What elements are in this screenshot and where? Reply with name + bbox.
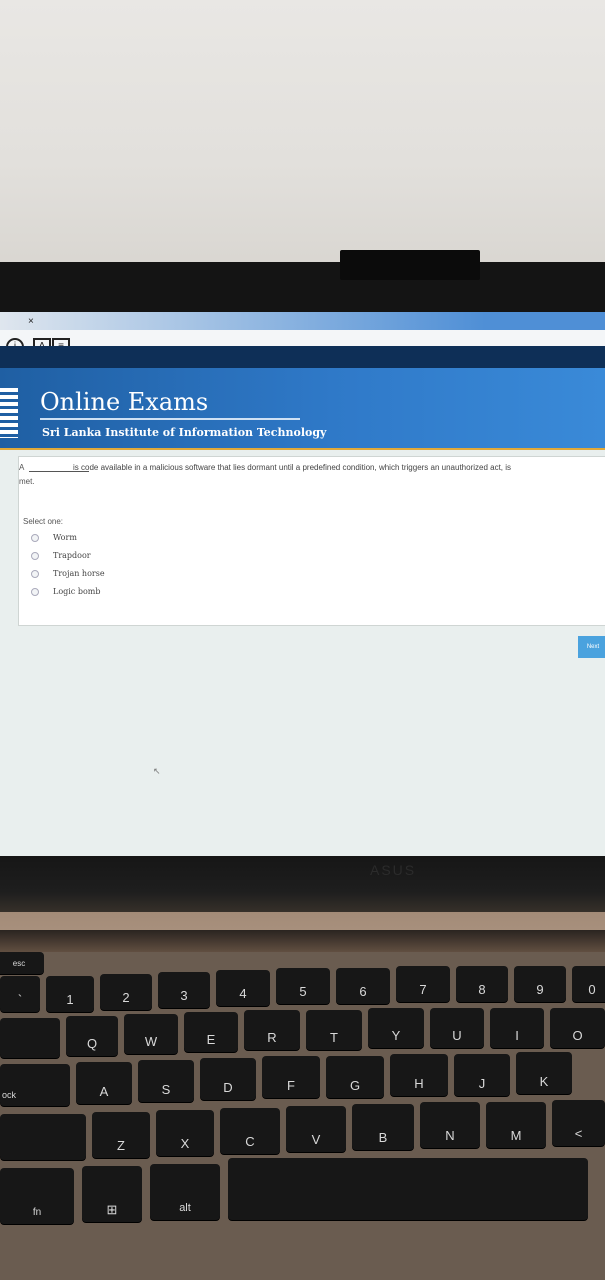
key-g[interactable]: G bbox=[326, 1056, 384, 1098]
key-e[interactable]: E bbox=[184, 1012, 238, 1052]
option-trojan-horse[interactable]: Trojan horse bbox=[31, 569, 105, 583]
key-c[interactable]: C bbox=[220, 1108, 280, 1154]
key-v[interactable]: V bbox=[286, 1106, 346, 1152]
institute-logo bbox=[0, 388, 18, 438]
key-0[interactable]: 0 bbox=[572, 966, 605, 1002]
key-f[interactable]: F bbox=[262, 1056, 320, 1098]
question-card: A is code available in a malicious softw… bbox=[18, 456, 605, 626]
key-z[interactable]: Z bbox=[92, 1112, 150, 1158]
key-h[interactable]: H bbox=[390, 1054, 448, 1096]
key-backtick[interactable]: ` bbox=[0, 976, 40, 1012]
site-header: Online Exams Sri Lanka Institute of Info… bbox=[0, 368, 605, 448]
browser-tab-strip: × bbox=[0, 312, 605, 330]
key-esc[interactable]: esc bbox=[0, 952, 44, 974]
key-windows[interactable]: ⊞ bbox=[82, 1166, 142, 1222]
question-lead: A bbox=[19, 463, 25, 472]
radio-button[interactable] bbox=[31, 534, 39, 542]
brand-logo: ASUS bbox=[370, 862, 417, 878]
key-space[interactable] bbox=[228, 1158, 588, 1220]
laptop-screen: × i A ≡ Online Exams Sri Lanka Institute… bbox=[0, 312, 605, 858]
key-d[interactable]: D bbox=[200, 1058, 256, 1100]
windows-icon: ⊞ bbox=[106, 1202, 118, 1217]
nav-band bbox=[0, 346, 605, 368]
key-y[interactable]: Y bbox=[368, 1008, 424, 1048]
option-label: Logic bomb bbox=[53, 587, 101, 596]
next-button[interactable]: Next bbox=[578, 636, 605, 658]
option-trapdoor[interactable]: Trapdoor bbox=[31, 551, 91, 565]
key-4[interactable]: 4 bbox=[216, 970, 270, 1006]
key-w[interactable]: W bbox=[124, 1014, 178, 1054]
key-comma[interactable]: < bbox=[552, 1100, 605, 1146]
laptop-chin: ASUS bbox=[0, 856, 605, 916]
key-j[interactable]: J bbox=[454, 1054, 510, 1096]
key-2[interactable]: 2 bbox=[100, 974, 152, 1010]
mouse-cursor-icon: ↖ bbox=[153, 766, 161, 776]
key-8[interactable]: 8 bbox=[456, 966, 508, 1002]
key-caps-lock[interactable]: ock bbox=[0, 1064, 70, 1106]
option-label: Worm bbox=[53, 533, 77, 542]
option-worm[interactable]: Worm bbox=[31, 533, 77, 547]
key-i[interactable]: I bbox=[490, 1008, 544, 1048]
key-k[interactable]: K bbox=[516, 1052, 572, 1094]
key-r[interactable]: R bbox=[244, 1010, 300, 1050]
key-6[interactable]: 6 bbox=[336, 968, 390, 1004]
wall-background bbox=[0, 0, 605, 270]
radio-button[interactable] bbox=[31, 552, 39, 560]
key-u[interactable]: U bbox=[430, 1008, 484, 1048]
institute-name: Sri Lanka Institute of Information Techn… bbox=[42, 426, 327, 439]
tab-close-button[interactable]: × bbox=[28, 316, 34, 327]
key-x[interactable]: X bbox=[156, 1110, 214, 1156]
key-n[interactable]: N bbox=[420, 1102, 480, 1148]
key-tab[interactable] bbox=[0, 1018, 60, 1058]
select-label: Select one: bbox=[23, 517, 64, 526]
key-1[interactable]: 1 bbox=[46, 976, 94, 1012]
radio-button[interactable] bbox=[31, 570, 39, 578]
laptop-deck: esc ` 1 2 3 4 5 6 7 8 9 0 Q W E R T Y U … bbox=[0, 912, 605, 1280]
option-label: Trapdoor bbox=[53, 551, 91, 560]
option-label: Trojan horse bbox=[53, 569, 105, 578]
title-divider bbox=[40, 418, 300, 420]
key-5[interactable]: 5 bbox=[276, 968, 330, 1004]
key-b[interactable]: B bbox=[352, 1104, 414, 1150]
key-alt[interactable]: alt bbox=[150, 1164, 220, 1220]
exam-content: A is code available in a malicious softw… bbox=[0, 450, 605, 858]
key-shift[interactable] bbox=[0, 1114, 86, 1160]
key-a[interactable]: A bbox=[76, 1062, 132, 1104]
laptop-bezel bbox=[0, 262, 605, 314]
key-9[interactable]: 9 bbox=[514, 966, 566, 1002]
radio-button[interactable] bbox=[31, 588, 39, 596]
question-tail: met. bbox=[19, 477, 35, 486]
key-7[interactable]: 7 bbox=[396, 966, 450, 1002]
option-logic-bomb[interactable]: Logic bomb bbox=[31, 587, 100, 601]
key-3[interactable]: 3 bbox=[158, 972, 210, 1008]
webcam-cover bbox=[340, 250, 480, 280]
key-o[interactable]: O bbox=[550, 1008, 605, 1048]
key-q[interactable]: Q bbox=[66, 1016, 118, 1056]
key-s[interactable]: S bbox=[138, 1060, 194, 1102]
keyboard: esc ` 1 2 3 4 5 6 7 8 9 0 Q W E R T Y U … bbox=[0, 952, 605, 1280]
page-title: Online Exams bbox=[40, 388, 209, 416]
key-t[interactable]: T bbox=[306, 1010, 362, 1050]
question-text: is code available in a malicious softwar… bbox=[73, 463, 512, 472]
key-m[interactable]: M bbox=[486, 1102, 546, 1148]
key-fn[interactable]: fn bbox=[0, 1168, 74, 1224]
